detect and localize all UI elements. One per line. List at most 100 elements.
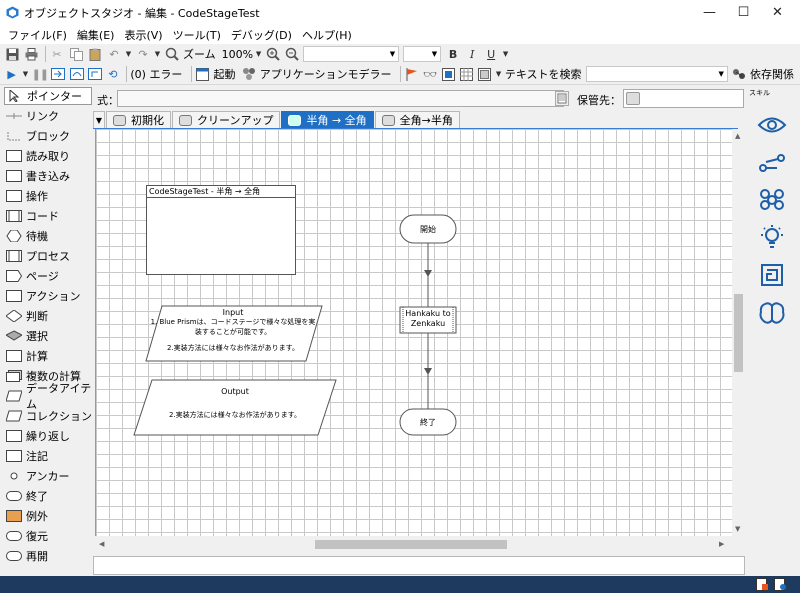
underline-dropdown-icon[interactable]: ▼: [502, 46, 509, 62]
menu-edit[interactable]: 編集(E): [77, 27, 115, 43]
people-icon[interactable]: [757, 186, 787, 212]
redo-icon[interactable]: ↷: [135, 46, 151, 62]
palette-item-code[interactable]: コード: [4, 207, 92, 225]
step-out-icon[interactable]: [87, 66, 102, 82]
palette-item-decision[interactable]: 判断: [4, 307, 92, 325]
page-setup-icon[interactable]: [477, 66, 492, 82]
menu-help[interactable]: ヘルプ(H): [302, 27, 352, 43]
app-modeler-button[interactable]: アプリケーションモデラー: [260, 66, 392, 82]
workflow-icon[interactable]: [757, 150, 787, 176]
maximize-button[interactable]: ☐: [727, 0, 760, 25]
process-canvas[interactable]: CodeStageTest - 半角 → 全角 Input 1. Blue Pr…: [95, 129, 732, 536]
palette-item-note[interactable]: 注記: [4, 447, 92, 465]
cut-icon[interactable]: ✂: [49, 46, 65, 62]
expression-input[interactable]: [117, 90, 564, 107]
palette-item-resume[interactable]: 再開: [4, 547, 92, 565]
bold-button[interactable]: B: [445, 46, 461, 62]
toolbar-dropdown-icon[interactable]: ▼: [495, 66, 502, 82]
maze-icon[interactable]: [757, 262, 787, 288]
paste-icon[interactable]: [87, 46, 103, 62]
reset-icon[interactable]: ⟲: [105, 66, 120, 82]
step-over-icon[interactable]: [69, 66, 84, 82]
redo-dropdown-icon[interactable]: ▼: [154, 46, 161, 62]
run-dropdown-icon[interactable]: ▼: [22, 66, 29, 82]
brain-icon[interactable]: [757, 300, 787, 326]
search-input[interactable]: ▼: [585, 66, 728, 82]
launch-button[interactable]: 起動: [214, 66, 236, 82]
font-combo[interactable]: ▼: [303, 46, 400, 62]
watch-icon[interactable]: 👓︎: [423, 66, 438, 82]
italic-button[interactable]: I: [464, 46, 480, 62]
palette-item-recover[interactable]: 復元: [4, 527, 92, 545]
lightbulb-icon[interactable]: [757, 224, 787, 250]
palette-item-action[interactable]: アクション: [4, 287, 92, 305]
undo-icon[interactable]: ↶: [106, 46, 122, 62]
menu-view[interactable]: 表示(V): [124, 27, 162, 43]
palette-item-page[interactable]: ページ: [4, 267, 92, 285]
zoom-value[interactable]: 100%: [222, 48, 253, 61]
app-modeler-icon: [242, 66, 257, 82]
scroll-left-icon[interactable]: ◀: [99, 540, 104, 548]
eye-icon[interactable]: [757, 112, 787, 138]
dependencies-button[interactable]: 依存関係: [750, 66, 794, 82]
menu-file[interactable]: ファイル(F): [8, 27, 67, 43]
chevron-down-icon: ▼: [389, 50, 396, 58]
palette-item-block[interactable]: ブロック: [4, 127, 92, 145]
tab-cleanup[interactable]: クリーンアップ: [172, 111, 281, 128]
tab-zenkaku-to-hankaku[interactable]: 全角→半角: [374, 111, 460, 128]
copy-icon[interactable]: [68, 46, 84, 62]
pause-icon[interactable]: ❚❚: [32, 66, 49, 82]
flag-icon[interactable]: [404, 66, 419, 82]
font-size-combo[interactable]: ▼: [403, 46, 442, 62]
output-stage-text: Output 2.実装方法には様々なお作法があります。: [142, 387, 328, 420]
vertical-scrollbar[interactable]: ▲ ▼: [732, 129, 745, 536]
palette-item-wait[interactable]: 待機: [4, 227, 92, 245]
snap-icon[interactable]: [459, 66, 474, 82]
run-icon[interactable]: ▶: [4, 66, 19, 82]
tab-hankaku-to-zenkaku[interactable]: 半角 → 全角: [281, 111, 374, 128]
palette-item-choice[interactable]: 選択: [4, 327, 92, 345]
scroll-right-icon[interactable]: ▶: [719, 540, 724, 548]
store-in-input[interactable]: [623, 89, 744, 108]
print-icon[interactable]: [23, 46, 39, 62]
palette-item-anchor[interactable]: アンカー: [4, 467, 92, 485]
tab-menu-dropdown[interactable]: ▼: [93, 111, 105, 128]
zoom-in-icon[interactable]: [265, 46, 281, 62]
palette-item-navigate[interactable]: 操作: [4, 187, 92, 205]
underline-button[interactable]: U: [483, 46, 499, 62]
status-input[interactable]: [93, 556, 745, 575]
document-icon[interactable]: [756, 578, 769, 591]
errors-button[interactable]: (0) エラー: [130, 66, 182, 82]
scroll-down-icon[interactable]: ▼: [735, 525, 740, 533]
horizontal-scrollbar[interactable]: ◀ ▶: [95, 536, 732, 553]
palette-item-loop[interactable]: 繰り返し: [4, 427, 92, 445]
palette-item-link[interactable]: リンク: [4, 107, 92, 125]
scroll-up-icon[interactable]: ▲: [735, 132, 740, 140]
settings-doc-icon[interactable]: [774, 578, 787, 591]
minimize-button[interactable]: —: [693, 0, 726, 25]
zoom-out-icon[interactable]: [284, 46, 300, 62]
undo-dropdown-icon[interactable]: ▼: [125, 46, 132, 62]
palette-item-process[interactable]: プロセス: [4, 247, 92, 265]
vertical-scroll-thumb[interactable]: [734, 294, 743, 372]
save-icon[interactable]: [4, 46, 20, 62]
grid-toggle-icon[interactable]: [441, 66, 456, 82]
palette-item-pointer[interactable]: ポインター: [4, 87, 92, 105]
palette-item-exception[interactable]: 例外: [4, 507, 92, 525]
horizontal-scroll-thumb[interactable]: [315, 540, 507, 549]
tab-initialize[interactable]: 初期化: [106, 111, 171, 128]
palette-item-calculation[interactable]: 計算: [4, 347, 92, 365]
palette-item-collection[interactable]: コレクション: [4, 407, 92, 425]
zoom-dropdown-icon[interactable]: ▼: [255, 46, 262, 62]
palette-item-end[interactable]: 終了: [4, 487, 92, 505]
palette-item-read[interactable]: 読み取り: [4, 147, 92, 165]
palette-item-label: ブロック: [26, 130, 70, 143]
palette-item-write[interactable]: 書き込み: [4, 167, 92, 185]
expression-editor-icon[interactable]: [555, 91, 569, 106]
palette-item-data-item[interactable]: データアイテム: [4, 382, 92, 411]
close-button[interactable]: ✕: [761, 0, 794, 25]
input-title: Input: [222, 308, 244, 317]
step-icon[interactable]: [51, 66, 66, 82]
menu-debug[interactable]: デバッグ(D): [231, 27, 292, 43]
menu-tools[interactable]: ツール(T): [173, 27, 221, 43]
